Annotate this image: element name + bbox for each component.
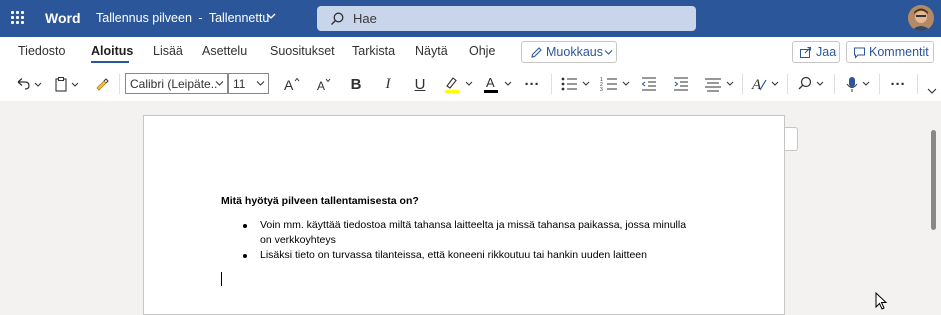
paste-button[interactable] (50, 67, 84, 101)
mouse-pointer-icon (875, 292, 888, 310)
page-side-tab[interactable] (785, 127, 798, 151)
svg-text:A: A (751, 77, 762, 93)
tab-home[interactable]: Aloitus (91, 44, 133, 58)
active-tab-indicator (91, 61, 129, 63)
undo-icon (17, 78, 42, 90)
share-icon (800, 47, 811, 58)
font-color-button[interactable]: A (480, 67, 516, 101)
more-options-button[interactable]: ··· (886, 67, 910, 101)
dictate-icon (846, 77, 870, 92)
tab-insert[interactable]: Lisää (153, 44, 183, 58)
chevron-down-icon (215, 81, 224, 86)
search-icon (331, 12, 344, 25)
grow-font-button[interactable]: A (280, 67, 304, 101)
font-size-value: 11 (233, 77, 246, 91)
search-box[interactable] (317, 6, 696, 31)
tab-file[interactable]: Tiedosto (18, 44, 65, 58)
toolbar-separator (551, 74, 552, 94)
format-painter-button[interactable] (90, 67, 114, 101)
document-title-area[interactable]: Tallennus pilveen - Tallennettu (96, 11, 269, 25)
toolbar-separator (119, 74, 120, 94)
bullets-icon (561, 77, 590, 91)
document-heading: Mitä hyötyä pilveen tallentamisesta on? (221, 195, 419, 207)
bullet-item-1-line-1: Voin mm. käyttää tiedostoa miltä tahansa… (260, 219, 687, 231)
tab-help[interactable]: Ohje (469, 44, 495, 58)
text-cursor (221, 272, 222, 286)
highlight-icon (445, 77, 473, 93)
undo-button[interactable] (12, 67, 44, 101)
title-separator: - (198, 11, 203, 25)
find-button[interactable] (795, 67, 829, 101)
document-title: Tallennus pilveen (96, 11, 192, 25)
bullet-item-1-line-2: on verkkoyhteys (260, 234, 336, 246)
app-name[interactable]: Word (45, 10, 81, 26)
tab-view[interactable]: Näytä (415, 44, 448, 58)
tab-references[interactable]: Suositukset (270, 44, 335, 58)
shrink-font-button[interactable]: A (312, 67, 336, 101)
underline-button[interactable]: U (408, 67, 432, 101)
italic-button[interactable]: I (376, 67, 400, 101)
bullet-marker (243, 224, 247, 228)
chevron-down-icon (604, 50, 613, 55)
collapse-ribbon-button[interactable] (924, 67, 940, 101)
search-input[interactable] (353, 10, 673, 27)
toolbar-separator (742, 74, 743, 94)
decrease-indent-button[interactable] (638, 67, 660, 101)
comment-icon (854, 47, 865, 59)
styles-icon: A (751, 77, 779, 93)
toolbar-separator (834, 74, 835, 94)
comments-button[interactable]: Kommentit (846, 41, 934, 63)
paste-icon (55, 77, 79, 92)
bullet-marker (243, 254, 247, 258)
increase-indent-button[interactable] (670, 67, 692, 101)
document-save-status: Tallennettu (208, 11, 270, 25)
align-icon (705, 78, 734, 92)
tab-review[interactable]: Tarkista (352, 44, 395, 58)
svg-text:A: A (284, 77, 294, 92)
bold-button[interactable]: B (344, 67, 368, 101)
comments-label: Kommentit (869, 45, 929, 59)
bullets-button[interactable] (558, 67, 594, 101)
font-color-icon: A (484, 75, 512, 93)
title-bar: Word Tallennus pilveen - Tallennettu (0, 0, 941, 37)
shrink-font-icon: A (317, 78, 331, 92)
numbering-button[interactable]: 123 (598, 67, 634, 101)
bullet-item-2-line-1: Lisäksi tieto on turvassa tilanteissa, e… (260, 249, 647, 261)
editing-mode-label: Muokkaus (546, 45, 603, 59)
format-painter-icon (96, 78, 109, 91)
highlight-button[interactable] (440, 67, 476, 101)
font-name-value: Calibri (Leipäte... (130, 77, 218, 91)
svg-text:A: A (486, 75, 495, 90)
vertical-scrollbar[interactable] (931, 130, 936, 230)
dictate-button[interactable] (841, 67, 875, 101)
svg-text:A: A (317, 79, 325, 92)
numbering-icon: 123 (600, 77, 630, 92)
align-button[interactable] (702, 67, 738, 101)
collapse-ribbon-icon (927, 88, 937, 94)
decrease-indent-icon (641, 77, 656, 91)
home-toolbar: Calibri (Leipäte... 11 A A B I U A ··· 1… (0, 67, 941, 102)
more-font-options-button[interactable]: ··· (520, 67, 544, 101)
toolbar-separator (787, 74, 788, 94)
share-button[interactable]: Jaa (792, 41, 840, 63)
styles-button[interactable]: A (749, 67, 783, 101)
chevron-down-icon[interactable] (266, 11, 276, 21)
toolbar-separator (917, 74, 918, 94)
grow-font-icon: A (284, 77, 300, 92)
increase-indent-icon (674, 77, 688, 91)
font-name-dropdown[interactable]: Calibri (Leipäte... (125, 73, 228, 94)
chevron-down-icon (256, 81, 265, 86)
tab-layout[interactable]: Asettelu (202, 44, 247, 58)
toolbar-separator (879, 74, 880, 94)
pencil-icon (531, 47, 542, 58)
document-page[interactable] (143, 115, 785, 315)
avatar[interactable] (908, 5, 934, 31)
font-size-dropdown[interactable]: 11 (228, 73, 269, 94)
share-label: Jaa (816, 45, 837, 59)
find-icon (798, 76, 824, 90)
editing-mode-button[interactable]: Muokkaus (521, 41, 617, 63)
svg-text:3: 3 (600, 87, 603, 92)
waffle-icon[interactable] (11, 11, 25, 25)
